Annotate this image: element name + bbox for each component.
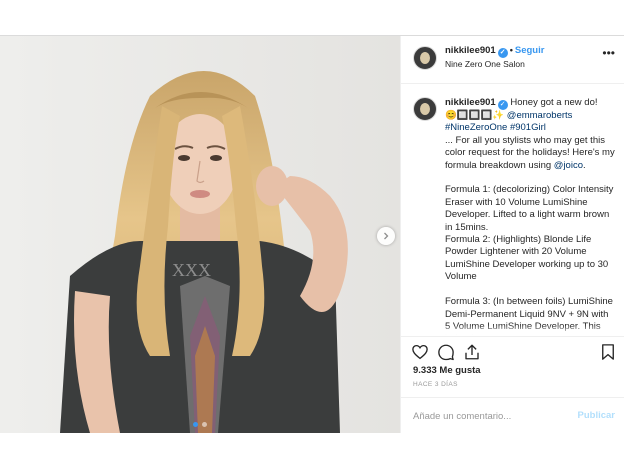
caption-text: ... For all you stylists who may get thi… <box>445 134 618 171</box>
post-photo[interactable]: XXX <box>0 36 400 433</box>
post-header-user: nikkilee901 ✓ • Seguir <box>445 45 544 58</box>
carousel-dot-active <box>193 422 198 427</box>
carousel-dot <box>202 422 207 427</box>
share-arrow-icon[interactable] <box>463 343 481 361</box>
carousel-next-button[interactable] <box>377 227 395 245</box>
avatar[interactable] <box>413 97 437 121</box>
post-caption: nikkilee901 ✓ Honey got a new do! 😊🔲🔲🔲✨ @… <box>445 97 615 335</box>
location-link[interactable]: Nine Zero One Salon <box>445 59 525 69</box>
likes-count[interactable]: 9.333 Me gusta <box>413 365 481 376</box>
separator-bullet: • <box>509 45 513 55</box>
post-timestamp[interactable]: HACE 3 DÍAS <box>413 381 458 388</box>
hashtag-links[interactable]: #NineZeroOne #901Girl <box>445 122 546 133</box>
post-side-panel: nikkilee901 ✓ • Seguir Nine Zero One Salon … <box>400 36 624 433</box>
portrait-image: XXX <box>0 36 400 433</box>
caption-emojis: 😊🔲🔲🔲✨ <box>445 110 505 121</box>
verified-badge-icon: ✓ <box>497 100 508 110</box>
follow-button[interactable]: Seguir <box>515 45 545 56</box>
publish-button[interactable]: Publicar <box>578 410 616 421</box>
more-options-icon[interactable]: ••• <box>602 47 615 59</box>
bookmark-icon[interactable] <box>599 343 617 361</box>
post-header: nikkilee901 ✓ • Seguir Nine Zero One Salon … <box>401 36 624 84</box>
carousel-indicator <box>193 422 207 427</box>
comment-bubble-icon[interactable] <box>437 343 455 361</box>
svg-text:XXX: XXX <box>172 260 211 280</box>
mention-link[interactable]: @joico <box>554 160 583 171</box>
caption-username[interactable]: nikkilee901 <box>445 97 496 108</box>
avatar[interactable] <box>413 46 437 70</box>
username-link[interactable]: nikkilee901 <box>445 45 496 56</box>
action-bar <box>401 336 624 364</box>
verified-badge-icon: ✓ <box>497 48 508 58</box>
chevron-right-icon <box>384 232 389 240</box>
caption-fade <box>401 325 624 335</box>
caption-title: Honey got a new do! <box>510 97 598 108</box>
mention-link[interactable]: @emmaroberts <box>507 110 573 121</box>
caption-text-formula: . Formula 1: (decolorizing) Color Intens… <box>445 159 614 335</box>
instagram-post: XXX nikkilee901 ✓ • Seguir Nine Zero One Sa… <box>0 35 624 433</box>
comment-input[interactable] <box>413 408 573 424</box>
heart-icon[interactable] <box>411 343 429 361</box>
caption-area[interactable]: nikkilee901 ✓ Honey got a new do! 😊🔲🔲🔲✨ @… <box>401 85 624 335</box>
comment-box: Publicar <box>401 397 624 433</box>
